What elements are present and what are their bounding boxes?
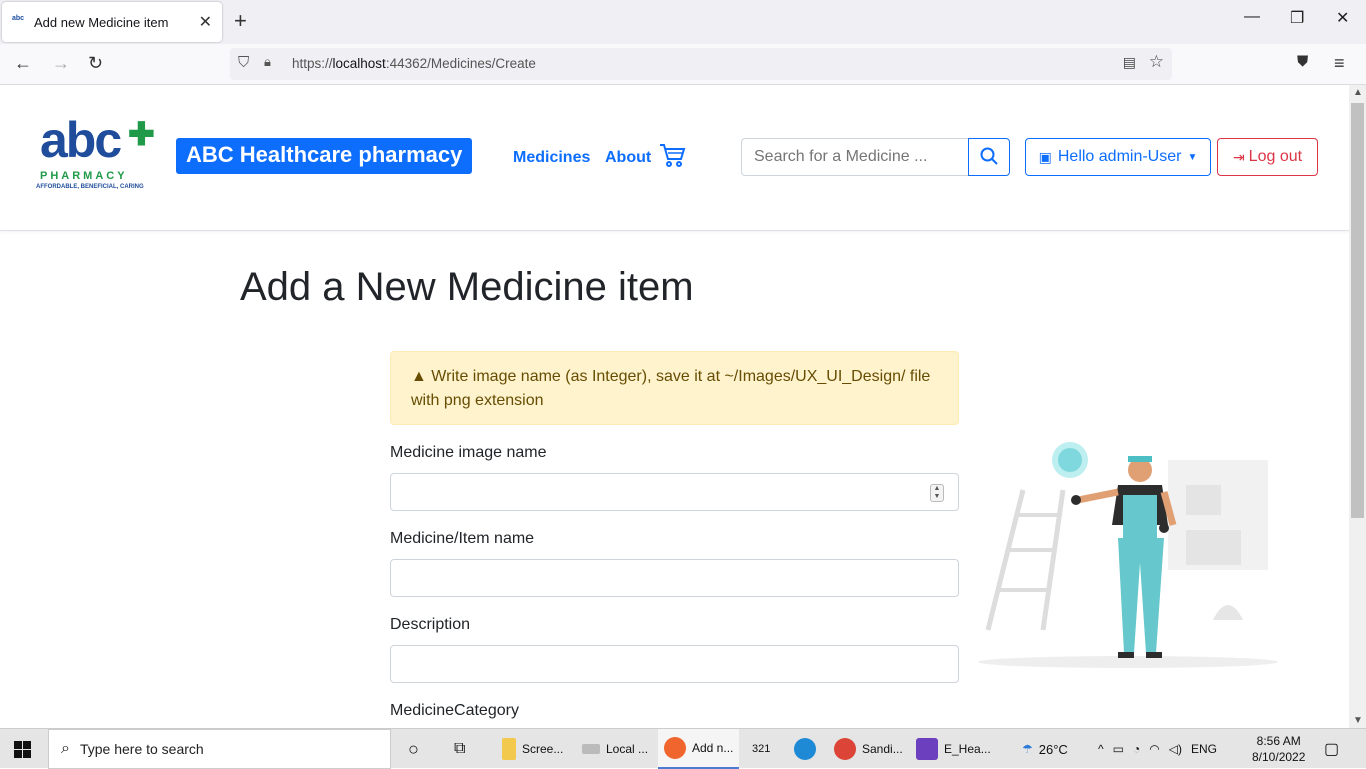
page-title: Add a New Medicine item <box>240 265 694 309</box>
site-header: abc ✚ PHARMACY AFFORDABLE, BENEFICIAL, C… <box>0 85 1349 231</box>
scroll-down-icon[interactable]: ▼ <box>1353 715 1363 726</box>
weather-widget[interactable]: ☂ 26°C <box>1022 729 1068 769</box>
image-name-input[interactable]: ▲ ▼ <box>390 473 959 511</box>
back-arrow-icon[interactable]: ← <box>14 53 32 74</box>
lock-icon[interactable]: 🔒︎ <box>264 54 271 70</box>
windows-taskbar: ⌕ Type here to search ○ ⧉ Scree... Local… <box>0 728 1366 769</box>
pocket-icon[interactable]: ⛊ <box>1297 53 1308 70</box>
menu-icon[interactable]: ≡ <box>1334 53 1345 74</box>
shield-icon[interactable]: ⛉ <box>238 54 249 71</box>
taskbar-app-firefox[interactable]: Add n... <box>658 729 740 769</box>
plus-cross-icon: ✚ <box>128 116 155 152</box>
nav-about-link[interactable]: About <box>605 149 651 167</box>
weather-icon: ☂ <box>1022 742 1033 756</box>
taskbar-app-chrome[interactable]: Sandi... <box>828 729 909 769</box>
abc-pharmacy-logo[interactable]: abc ✚ PHARMACY AFFORDABLE, BENEFICIAL, C… <box>36 112 156 195</box>
clock[interactable]: 8:56 AM 8/10/2022 <box>1252 733 1305 765</box>
item-name-input[interactable] <box>390 559 959 597</box>
chevron-up-icon[interactable]: ^ <box>1098 742 1104 756</box>
search-button[interactable] <box>968 138 1010 176</box>
browser-tab-bar: abc Add new Medicine item ✕ + — ❐ ✕ <box>0 0 1366 44</box>
image-instructions-alert: ▲ Write image name (as Integer), save it… <box>390 351 959 425</box>
windows-start-icon[interactable] <box>14 741 31 758</box>
nav-medicines-link[interactable]: Medicines <box>513 149 590 167</box>
address-bar[interactable]: ⛉ 🔒︎ https://localhost:44362/Medicines/C… <box>230 48 1172 80</box>
network-icon[interactable]: ◔ <box>1133 742 1140 756</box>
search-icon <box>980 147 998 165</box>
scrollbar-thumb[interactable] <box>1351 103 1364 518</box>
visual-studio-icon <box>916 738 938 760</box>
brand-link[interactable]: ABC Healthcare pharmacy <box>176 138 473 174</box>
clock-date: 8/10/2022 <box>1252 750 1306 764</box>
firefox-icon <box>664 737 686 759</box>
reader-view-icon[interactable]: ▤ <box>1123 54 1136 71</box>
restore-icon[interactable]: ❐ <box>1290 8 1304 28</box>
description-input[interactable] <box>390 645 959 683</box>
alert-text: Write image name (as Integer), save it a… <box>411 368 931 409</box>
notifications-icon[interactable]: ▢ <box>1324 729 1339 769</box>
forward-arrow-icon[interactable]: → <box>52 53 70 74</box>
language-indicator[interactable]: ENG <box>1191 742 1217 756</box>
caret-down-icon: ▼ <box>1187 151 1198 163</box>
warning-icon: ▲ <box>411 368 427 385</box>
number-stepper[interactable]: ▲ ▼ <box>930 484 944 502</box>
user-menu-dropdown[interactable]: ▣ Hello admin-User ▼ <box>1025 138 1211 176</box>
close-tab-icon[interactable]: ✕ <box>199 12 212 32</box>
taskbar-app-explorer[interactable]: Scree... <box>496 729 569 769</box>
scroll-up-icon[interactable]: ▲ <box>1353 87 1363 98</box>
chrome-icon <box>834 738 856 760</box>
cortana-icon[interactable]: ○ <box>408 729 419 769</box>
wifi-icon[interactable]: ◠ <box>1149 742 1159 756</box>
cart-icon[interactable] <box>658 141 686 169</box>
taskbar-search-placeholder: Type here to search <box>79 741 204 757</box>
search-icon: ⌕ <box>61 740 70 757</box>
battery-icon[interactable]: ▭ <box>1113 742 1124 756</box>
url-text[interactable]: https://localhost:44362/Medicines/Create <box>292 56 536 71</box>
task-view-icon[interactable]: ⧉ <box>454 729 465 769</box>
page-scrollbar[interactable]: ▲ ▼ <box>1349 85 1366 728</box>
logout-button[interactable]: ⇥ Log out <box>1217 138 1318 176</box>
category-label: MedicineCategory <box>390 702 519 719</box>
new-tab-icon[interactable]: + <box>234 8 247 34</box>
medicine-search-input[interactable] <box>741 138 969 176</box>
bookmark-star-icon[interactable]: ☆ <box>1149 52 1164 72</box>
reload-icon[interactable]: ↻ <box>88 53 103 74</box>
media-player-icon[interactable]: 321 <box>752 729 770 769</box>
description-label: Description <box>390 616 471 633</box>
user-badge-icon: ▣ <box>1038 148 1052 165</box>
edge-icon[interactable] <box>794 729 816 769</box>
tab-title: Add new Medicine item <box>34 14 169 30</box>
user-menu-label: Hello admin-User <box>1057 148 1182 165</box>
site-favicon-icon: abc <box>12 15 25 22</box>
logout-label: Log out <box>1248 148 1303 165</box>
item-name-label: Medicine/Item name <box>390 530 535 547</box>
minimize-icon[interactable]: — <box>1244 8 1260 26</box>
clock-time: 8:56 AM <box>1256 734 1301 748</box>
drive-icon <box>582 744 600 754</box>
logout-icon: ⇥ <box>1232 148 1245 165</box>
worker-lightbulb-illustration <box>978 442 1278 668</box>
folder-icon <box>502 738 516 760</box>
volume-icon[interactable]: ◁) <box>1169 742 1182 756</box>
image-name-label: Medicine image name <box>390 444 547 461</box>
taskbar-app-visual-studio[interactable]: E_Hea... <box>910 729 997 769</box>
browser-tab[interactable]: abc Add new Medicine item ✕ <box>2 2 222 42</box>
system-tray: ^ ▭ ◔ ◠ ◁) ENG <box>1098 729 1217 769</box>
taskbar-search-box[interactable]: ⌕ Type here to search <box>48 729 391 769</box>
window-close-icon[interactable]: ✕ <box>1336 8 1349 28</box>
taskbar-app-local[interactable]: Local ... <box>576 729 654 769</box>
browser-nav-bar: ← → ↻ ⛉ 🔒︎ https://localhost:44362/Medic… <box>0 44 1366 85</box>
